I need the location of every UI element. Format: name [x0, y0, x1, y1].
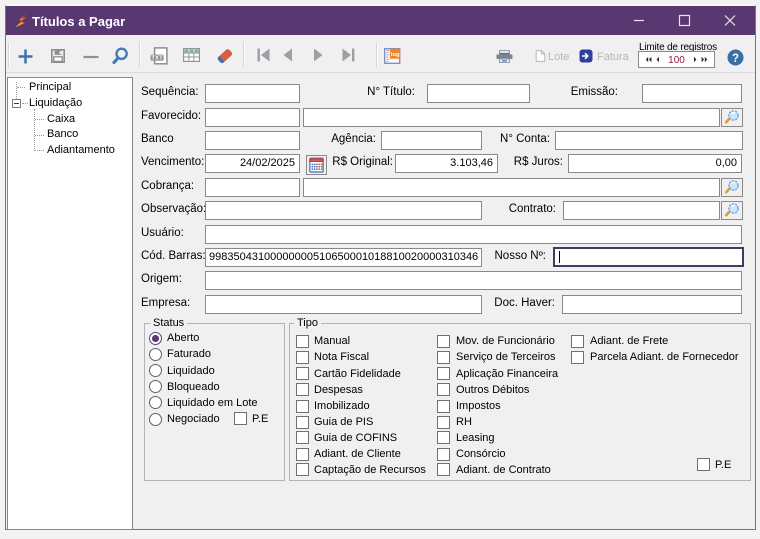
svg-text:TXT: TXT — [151, 56, 163, 62]
svg-text:100: 100 — [668, 55, 685, 66]
svg-text:log: log — [391, 52, 400, 58]
svg-text:?: ? — [732, 53, 739, 65]
